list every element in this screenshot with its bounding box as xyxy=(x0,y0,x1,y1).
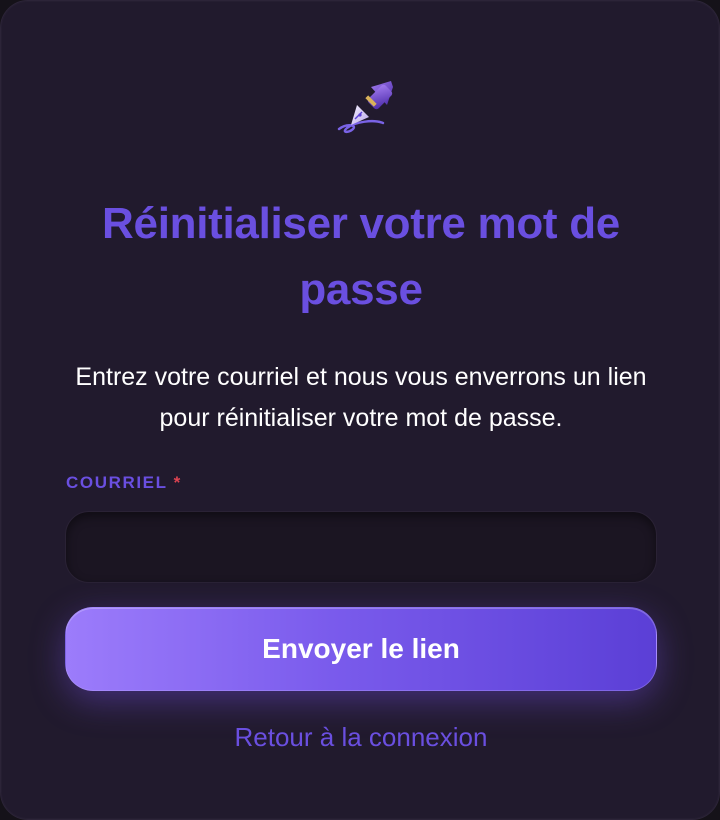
email-field-label: COURRIEL * xyxy=(66,473,182,493)
send-link-button[interactable]: Envoyer le lien xyxy=(65,607,657,691)
email-label-text: COURRIEL xyxy=(66,473,168,492)
required-marker: * xyxy=(173,473,182,492)
reset-password-card: Réinitialiser votre mot de passe Entrez … xyxy=(0,0,720,820)
page-title: Réinitialiser votre mot de passe xyxy=(102,199,620,314)
email-field[interactable] xyxy=(65,511,657,583)
fountain-pen-icon xyxy=(337,81,393,134)
instructions-text: Entrez votre courriel et nous vous enver… xyxy=(75,363,647,432)
back-to-login-link[interactable]: Retour à la connexion xyxy=(61,717,661,757)
